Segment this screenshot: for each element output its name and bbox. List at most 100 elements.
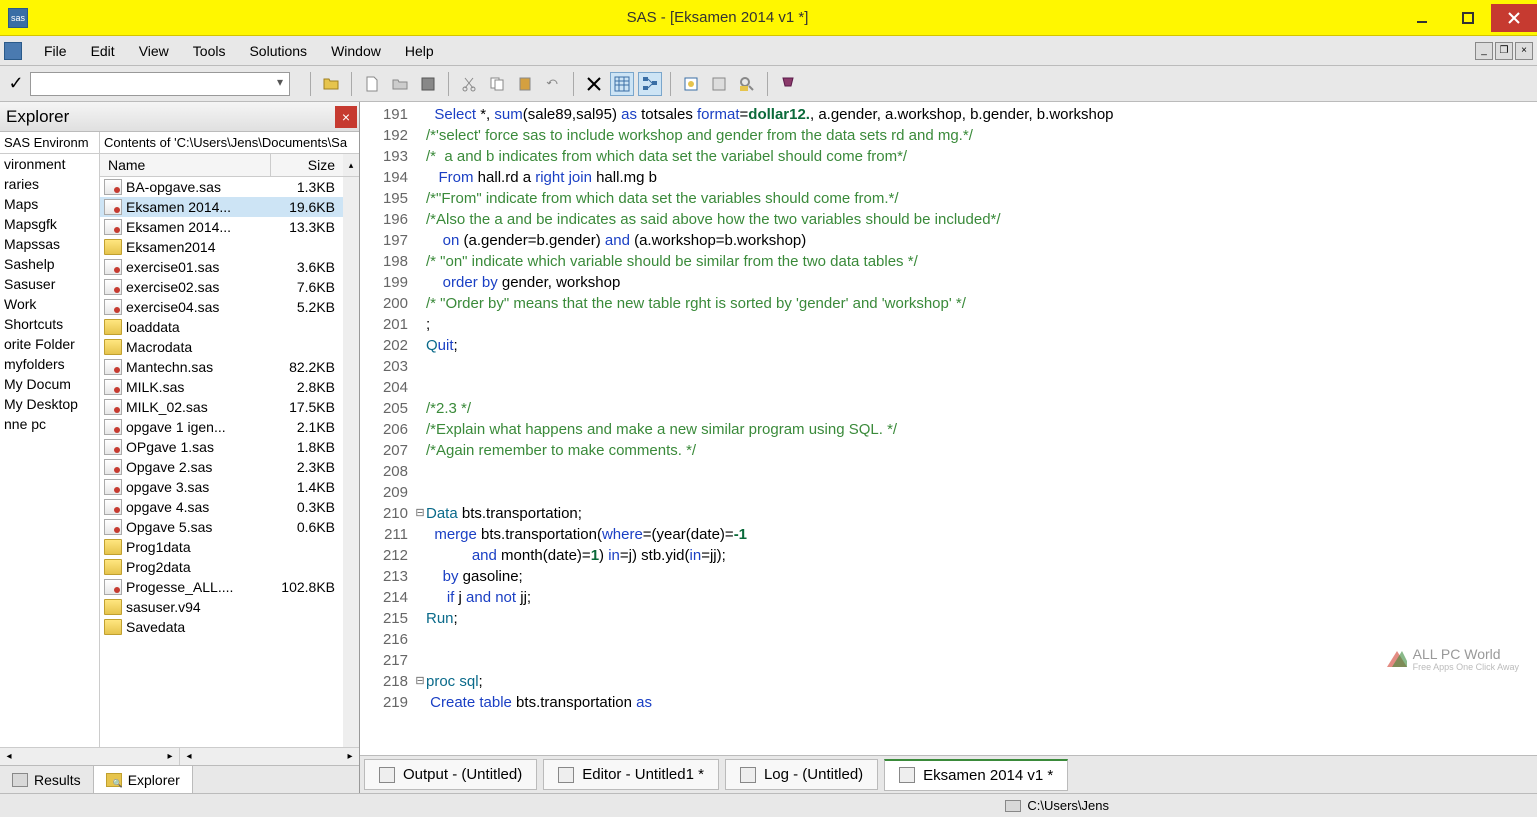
editor-tab[interactable]: Editor - Untitled1 *: [543, 759, 719, 790]
file-row[interactable]: Macrodata: [100, 337, 343, 357]
code-line[interactable]: 199 order by gender, workshop: [360, 272, 1537, 293]
explorer-tab-results[interactable]: Results: [0, 766, 94, 793]
explorer-tab-explorer[interactable]: Explorer: [94, 766, 193, 793]
code-line[interactable]: 203: [360, 356, 1537, 377]
help-icon[interactable]: [776, 72, 800, 96]
file-row[interactable]: Eksamen 2014...13.3KB: [100, 217, 343, 237]
library-icon[interactable]: [679, 72, 703, 96]
clear-icon[interactable]: [582, 72, 606, 96]
env-item[interactable]: orite Folder: [0, 334, 99, 354]
code-line[interactable]: 212 and month(date)=1) in=j) stb.yid(in=…: [360, 545, 1537, 566]
code-line[interactable]: 219 Create table bts.transportation as: [360, 692, 1537, 713]
submit-icon[interactable]: ✓: [6, 73, 26, 94]
query-icon[interactable]: [707, 72, 731, 96]
new-file-icon[interactable]: [360, 72, 384, 96]
file-row[interactable]: exercise04.sas5.2KB: [100, 297, 343, 317]
menu-item-edit[interactable]: Edit: [79, 39, 127, 63]
undo-icon[interactable]: [541, 72, 565, 96]
editor-tab[interactable]: Output - (Untitled): [364, 759, 537, 790]
app-menu-icon[interactable]: [4, 42, 22, 60]
column-header-name[interactable]: Name: [100, 154, 271, 176]
file-scrollbar[interactable]: [343, 177, 359, 747]
cut-icon[interactable]: [457, 72, 481, 96]
file-row[interactable]: BA-opgave.sas1.3KB: [100, 177, 343, 197]
command-combo[interactable]: [30, 72, 290, 96]
file-row[interactable]: opgave 4.sas0.3KB: [100, 497, 343, 517]
code-line[interactable]: 213 by gasoline;: [360, 566, 1537, 587]
code-line[interactable]: 201;: [360, 314, 1537, 335]
close-button[interactable]: [1491, 4, 1537, 32]
menu-item-view[interactable]: View: [127, 39, 181, 63]
env-hscroll[interactable]: ◂▸: [0, 748, 179, 765]
scroll-up-icon[interactable]: ▴: [343, 154, 359, 176]
file-row[interactable]: Mantechn.sas82.2KB: [100, 357, 343, 377]
code-line[interactable]: 208: [360, 461, 1537, 482]
env-item[interactable]: myfolders: [0, 354, 99, 374]
env-item[interactable]: Sasuser: [0, 274, 99, 294]
save-icon[interactable]: [416, 72, 440, 96]
mdi-close-button[interactable]: ×: [1515, 42, 1533, 60]
file-row[interactable]: MILK_02.sas17.5KB: [100, 397, 343, 417]
code-line[interactable]: 200/* "Order by" means that the new tabl…: [360, 293, 1537, 314]
copy-icon[interactable]: [485, 72, 509, 96]
maximize-button[interactable]: [1445, 4, 1491, 32]
code-line[interactable]: 207/*Again remember to make comments. */: [360, 440, 1537, 461]
code-line[interactable]: 198/* "on" indicate which variable shoul…: [360, 251, 1537, 272]
code-line[interactable]: 215Run;: [360, 608, 1537, 629]
open-folder-icon[interactable]: [319, 72, 343, 96]
file-row[interactable]: exercise01.sas3.6KB: [100, 257, 343, 277]
code-line[interactable]: 204: [360, 377, 1537, 398]
column-header-size[interactable]: Size: [271, 154, 343, 176]
code-line[interactable]: 214 if j and not jj;: [360, 587, 1537, 608]
file-row[interactable]: opgave 3.sas1.4KB: [100, 477, 343, 497]
file-row[interactable]: Savedata: [100, 617, 343, 637]
find-icon[interactable]: [735, 72, 759, 96]
code-line[interactable]: 210⊟Data bts.transportation;: [360, 503, 1537, 524]
file-row[interactable]: exercise02.sas7.6KB: [100, 277, 343, 297]
menu-item-window[interactable]: Window: [319, 39, 393, 63]
code-line[interactable]: 194 From hall.rd a right join hall.mg b: [360, 167, 1537, 188]
code-line[interactable]: 218⊟proc sql;: [360, 671, 1537, 692]
mdi-minimize-button[interactable]: _: [1475, 42, 1493, 60]
code-line[interactable]: 217: [360, 650, 1537, 671]
code-line[interactable]: 209: [360, 482, 1537, 503]
file-hscroll[interactable]: ◂▸: [179, 748, 359, 765]
menu-item-solutions[interactable]: Solutions: [237, 39, 319, 63]
env-item[interactable]: nne pc: [0, 414, 99, 434]
env-item[interactable]: Shortcuts: [0, 314, 99, 334]
code-line[interactable]: 196/*Also the a and be indicates as said…: [360, 209, 1537, 230]
code-line[interactable]: 202Quit;: [360, 335, 1537, 356]
env-item[interactable]: Sashelp: [0, 254, 99, 274]
grid-view-icon[interactable]: [610, 72, 634, 96]
file-row[interactable]: Opgave 5.sas0.6KB: [100, 517, 343, 537]
code-line[interactable]: 191 Select *, sum(sale89,sal95) as totsa…: [360, 104, 1537, 125]
code-line[interactable]: 197 on (a.gender=b.gender) and (a.worksh…: [360, 230, 1537, 251]
open-file-icon[interactable]: [388, 72, 412, 96]
minimize-button[interactable]: [1399, 4, 1445, 32]
menu-item-help[interactable]: Help: [393, 39, 446, 63]
code-line[interactable]: 216: [360, 629, 1537, 650]
env-item[interactable]: Mapssas: [0, 234, 99, 254]
editor-tab[interactable]: Log - (Untitled): [725, 759, 878, 790]
explorer-close-button[interactable]: ×: [335, 106, 357, 128]
code-line[interactable]: 211 merge bts.transportation(where=(year…: [360, 524, 1537, 545]
code-line[interactable]: 205/*2.3 */: [360, 398, 1537, 419]
code-line[interactable]: 192/*'select' force sas to include works…: [360, 125, 1537, 146]
code-line[interactable]: 193/* a and b indicates from which data …: [360, 146, 1537, 167]
env-item[interactable]: raries: [0, 174, 99, 194]
file-row[interactable]: MILK.sas2.8KB: [100, 377, 343, 397]
env-item[interactable]: Mapsgfk: [0, 214, 99, 234]
code-line[interactable]: 195/*"From" indicate from which data set…: [360, 188, 1537, 209]
tree-view-icon[interactable]: [638, 72, 662, 96]
file-row[interactable]: Eksamen 2014...19.6KB: [100, 197, 343, 217]
file-row[interactable]: Opgave 2.sas2.3KB: [100, 457, 343, 477]
env-item[interactable]: Work: [0, 294, 99, 314]
file-row[interactable]: OPgave 1.sas1.8KB: [100, 437, 343, 457]
environment-tree[interactable]: vironmentrariesMapsMapsgfkMapssasSashelp…: [0, 154, 100, 747]
code-line[interactable]: 206/*Explain what happens and make a new…: [360, 419, 1537, 440]
file-row[interactable]: loaddata: [100, 317, 343, 337]
file-row[interactable]: Progesse_ALL....102.8KB: [100, 577, 343, 597]
file-row[interactable]: Eksamen2014: [100, 237, 343, 257]
menu-item-file[interactable]: File: [32, 39, 79, 63]
editor-tab[interactable]: Eksamen 2014 v1 *: [884, 759, 1068, 791]
